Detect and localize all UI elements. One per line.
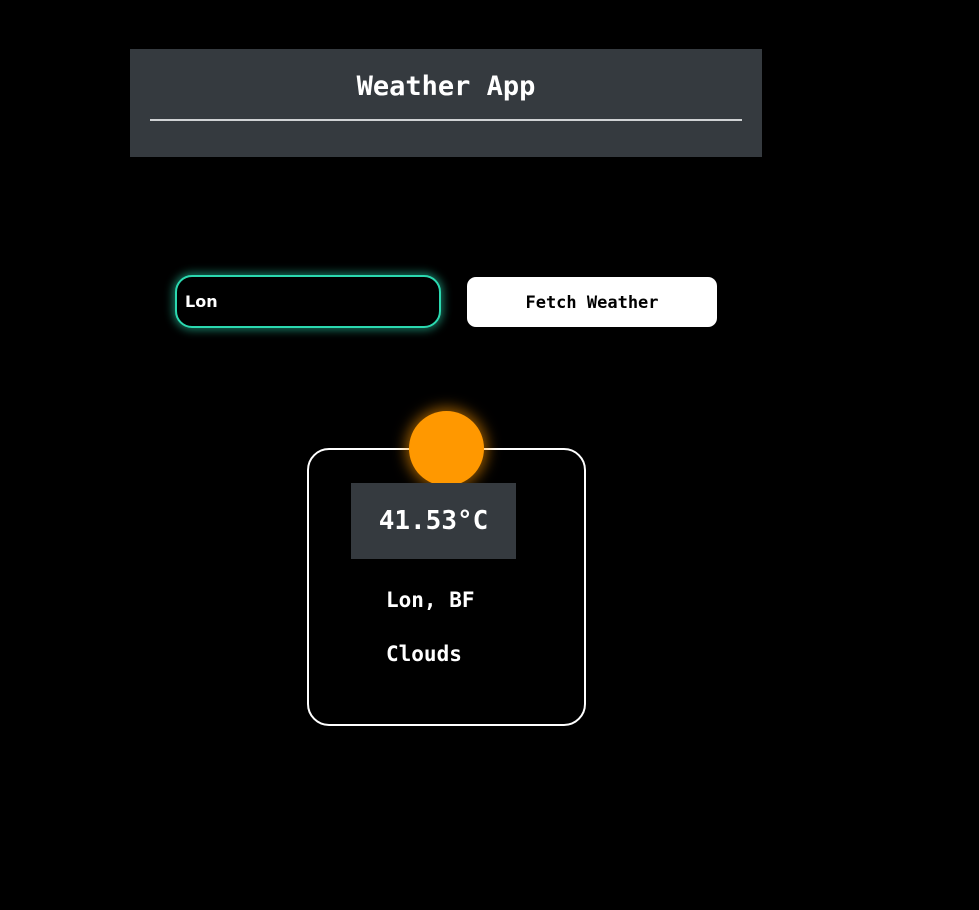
header-divider <box>150 119 742 121</box>
temperature-display: 41.53°C <box>351 483 516 559</box>
fetch-weather-button[interactable]: Fetch Weather <box>467 277 717 327</box>
city-search-input[interactable] <box>175 275 441 328</box>
weather-condition-label: Clouds <box>386 642 462 666</box>
app-title: Weather App <box>356 71 536 102</box>
sun-icon <box>409 411 484 486</box>
app-header: Weather App <box>130 49 762 157</box>
location-label: Lon, BF <box>386 588 475 612</box>
